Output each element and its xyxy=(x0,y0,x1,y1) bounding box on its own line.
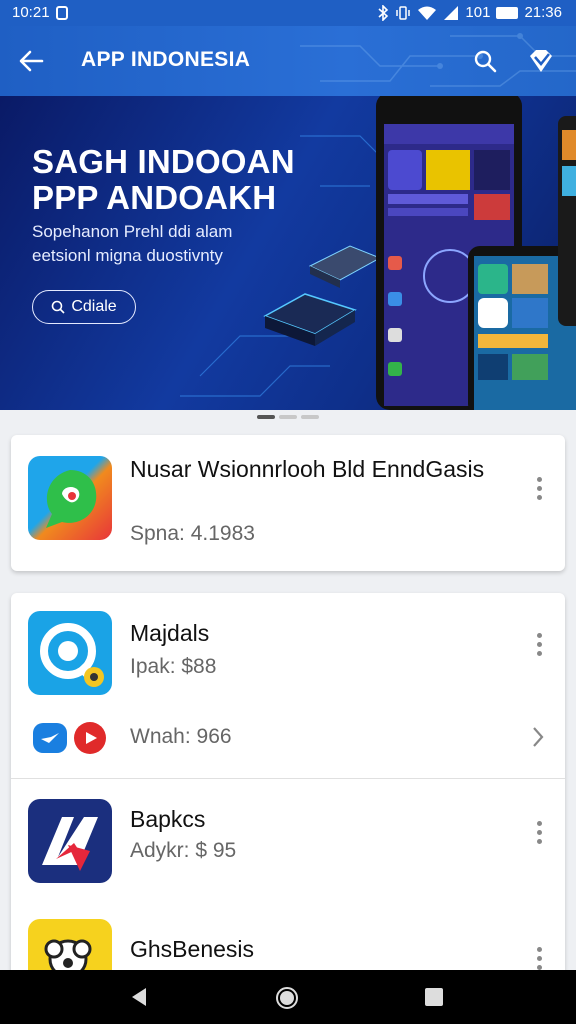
app-meta: Adykr: $ 95 xyxy=(130,839,237,862)
banner-subtitle: Sopehanon Prehl ddi alam eetsionl migna … xyxy=(32,222,233,265)
diamond-shield-icon xyxy=(530,50,552,72)
back-button[interactable] xyxy=(11,41,51,81)
list-item[interactable]: Majdals Ipak: $88 Wnah: 966 xyxy=(11,593,565,778)
app-bar: APP INDONESIA xyxy=(0,26,576,96)
notification-icon xyxy=(55,5,68,20)
more-options-button[interactable] xyxy=(535,477,543,500)
status-extra-text: 101 xyxy=(465,4,491,21)
signal-icon xyxy=(444,5,459,20)
banner-cta-label: Cdiale xyxy=(71,298,117,315)
more-options-button[interactable] xyxy=(535,821,543,844)
search-icon xyxy=(474,50,497,73)
wifi-icon xyxy=(418,6,437,20)
more-options-button[interactable] xyxy=(535,633,543,656)
app-list-card: Majdals Ipak: $88 Wnah: 966 Bapkcs Adykr… xyxy=(11,593,565,983)
app-card[interactable]: Nusar Wsionnrlooh Bld EnndGasis Spna: 4.… xyxy=(11,435,565,571)
app-meta: Ipak: $88 xyxy=(130,655,217,678)
app-meta: Spna: 4.1983 xyxy=(130,522,255,545)
chevron-right-icon[interactable] xyxy=(531,725,545,749)
search-button[interactable] xyxy=(465,41,505,81)
page-title: APP INDONESIA xyxy=(81,48,251,71)
circle-chat-icon xyxy=(28,611,112,695)
list-item[interactable]: Bapkcs Adykr: $ 95 xyxy=(11,779,565,897)
app-name: Majdals xyxy=(130,620,210,646)
app-name: GhsBenesis xyxy=(130,936,255,962)
page-dot-3[interactable] xyxy=(301,415,319,419)
bluetooth-icon xyxy=(378,4,389,21)
promo-banner[interactable]: SAGH INDOOAN PPP ANDOAKH Sopehanon Prehl… xyxy=(0,96,576,410)
back-arrow-icon xyxy=(19,50,44,72)
system-nav-bar xyxy=(0,970,576,1024)
menu-extra-button[interactable] xyxy=(521,41,561,81)
nav-recents-icon[interactable] xyxy=(424,987,444,1007)
app-name: Bapkcs xyxy=(130,806,206,832)
vibrate-icon xyxy=(396,5,411,20)
search-icon xyxy=(52,300,65,314)
page-dot-2[interactable] xyxy=(279,415,297,419)
app-name: Nusar Wsionnrlooh Bld EnndGasis xyxy=(130,456,485,482)
more-options-button[interactable] xyxy=(535,947,543,970)
banner-cta-button[interactable]: Cdiale xyxy=(32,290,136,324)
youtube-play-icon xyxy=(74,722,106,754)
green-whatsapp-like-icon xyxy=(28,456,112,540)
twitter-bird-icon xyxy=(33,723,67,753)
red-swoosh-icon xyxy=(28,799,112,883)
status-bar: 10:21 101 21:36 xyxy=(0,0,576,26)
nav-back-icon[interactable] xyxy=(128,986,150,1008)
status-time: 10:21 xyxy=(12,4,50,21)
banner-headline: SAGH INDOOAN PPP ANDOAKH xyxy=(32,143,295,216)
app-sub-meta: Wnah: 966 xyxy=(130,725,232,748)
battery-icon xyxy=(496,6,519,19)
nav-home-icon[interactable] xyxy=(275,986,299,1010)
status-clock: 21:36 xyxy=(524,4,562,21)
banner-page-indicator xyxy=(0,410,576,424)
page-dot-1[interactable] xyxy=(257,415,275,419)
